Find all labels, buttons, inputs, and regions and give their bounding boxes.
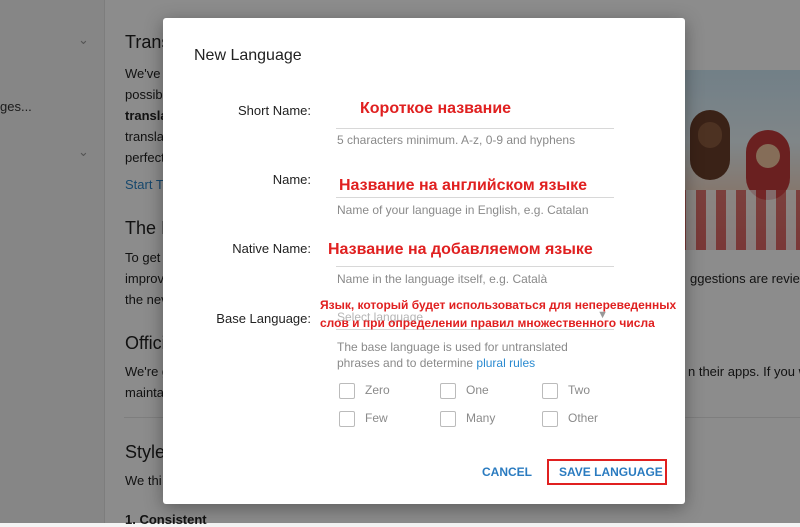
plural-other-label: Other — [568, 411, 599, 425]
short-name-label: Short Name: — [238, 103, 311, 118]
short-name-input[interactable] — [336, 106, 614, 129]
name-input[interactable] — [336, 175, 614, 198]
name-label: Name: — [272, 172, 311, 187]
base-language-annotation-line2: слов и при определении правил множествен… — [320, 316, 655, 330]
plural-two-label: Two — [568, 383, 591, 397]
plural-two-checkbox[interactable] — [542, 383, 558, 399]
plural-one-label: One — [466, 383, 489, 397]
plural-rules-link[interactable]: plural rules — [476, 356, 535, 370]
short-name-hint: 5 characters minimum. A-z, 0-9 and hyphe… — [337, 133, 576, 147]
plural-other-checkbox[interactable] — [542, 411, 558, 427]
plural-few-label: Few — [365, 411, 388, 425]
plural-zero-label: Zero — [365, 383, 390, 397]
plural-zero-checkbox[interactable] — [339, 383, 355, 399]
save-language-button[interactable]: SAVE LANGUAGE — [559, 465, 663, 479]
base-language-annotation-line1: Язык, который будет использоваться для н… — [320, 298, 677, 312]
plural-one-checkbox[interactable] — [440, 383, 456, 399]
base-language-hint: The base language is used for untranslat… — [337, 339, 597, 371]
new-language-dialog: New Language Short Name: Короткое назван… — [163, 18, 685, 504]
native-name-input[interactable] — [336, 244, 614, 267]
native-name-hint: Name in the language itself, e.g. Català — [337, 272, 548, 286]
plural-many-checkbox[interactable] — [440, 411, 456, 427]
native-name-label: Native Name: — [232, 241, 311, 256]
base-language-label: Base Language: — [216, 311, 311, 326]
name-hint: Name of your language in English, e.g. C… — [337, 203, 589, 217]
plural-few-checkbox[interactable] — [339, 411, 355, 427]
dialog-title: New Language — [194, 47, 302, 64]
plural-many-label: Many — [466, 411, 496, 425]
cancel-button[interactable]: CANCEL — [482, 465, 532, 479]
